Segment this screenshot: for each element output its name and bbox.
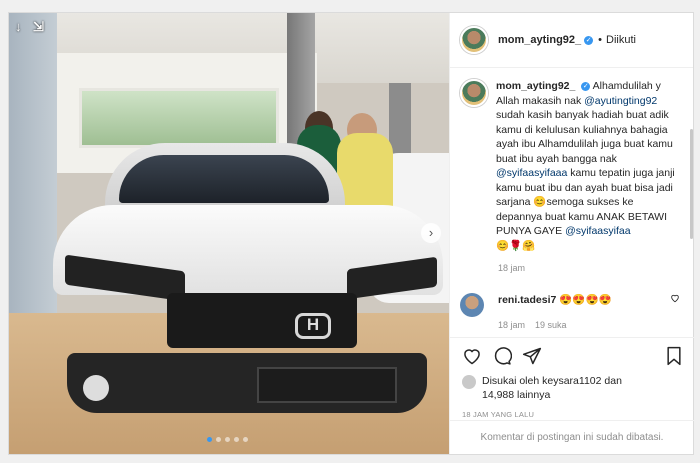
comment-item: reni.tadesi7 😍😍😍😍 18 jam 19 suka bbox=[460, 293, 682, 330]
carousel-dot bbox=[207, 437, 212, 442]
likes-conjunction: dan bbox=[604, 375, 622, 387]
commenter-username[interactable]: reni.tadesi7 bbox=[498, 294, 556, 306]
carousel-indicator bbox=[207, 437, 248, 442]
comments-area[interactable]: mom_ayting92_ ✓ Alhamdulilah y Allah mak… bbox=[450, 69, 694, 337]
likes-text: Disukai oleh keysara1102 dan 14,988 lain… bbox=[482, 374, 622, 402]
comment-likes[interactable]: 19 suka bbox=[535, 320, 567, 330]
verified-badge-icon: ✓ bbox=[584, 35, 594, 45]
liker-avatar[interactable] bbox=[462, 375, 476, 389]
liker-username[interactable]: keysara1102 bbox=[542, 375, 601, 387]
car-license-plate bbox=[257, 367, 397, 403]
post-side-panel: mom_ayting92_ ✓ • Diikuti mom_ayting92_ … bbox=[449, 13, 694, 454]
heart-icon[interactable] bbox=[462, 346, 482, 366]
car-logo: H bbox=[295, 313, 331, 339]
follow-separator: • bbox=[598, 34, 603, 46]
car-windshield bbox=[119, 155, 329, 203]
verified-badge-icon: ✓ bbox=[581, 82, 591, 91]
comment-time: 18 jam bbox=[498, 320, 526, 330]
caption-emoji-line: 😊🌹🤗 bbox=[496, 239, 536, 252]
share-icon[interactable] bbox=[522, 346, 542, 366]
scrollbar[interactable] bbox=[690, 129, 693, 239]
post-header: mom_ayting92_ ✓ • Diikuti bbox=[450, 13, 693, 68]
caption: mom_ayting92_ ✓ Alhamdulilah y Allah mak… bbox=[460, 79, 682, 253]
post-timestamp[interactable]: 18 JAM YANG LALU bbox=[462, 410, 684, 419]
caption-text-2: sudah kasih banyak hadiah buat adik kamu… bbox=[496, 109, 673, 165]
carousel-dot bbox=[234, 437, 239, 442]
carousel-dot bbox=[216, 437, 221, 442]
arrow-down-icon[interactable]: ↓ bbox=[15, 19, 29, 34]
shrink-arrows-icon[interactable]: ⇲ bbox=[33, 19, 47, 34]
action-icons bbox=[462, 344, 684, 368]
photo-window bbox=[79, 88, 279, 148]
commenter-avatar[interactable] bbox=[460, 293, 484, 317]
caption-avatar[interactable] bbox=[460, 79, 488, 107]
post-modal: H ↓ ⇲ › mom_ayting92_ ✓ • Diikuti mom_ay… bbox=[8, 12, 694, 455]
likes-prefix: Disukai oleh bbox=[482, 375, 540, 387]
following-button[interactable]: Diikuti bbox=[606, 34, 636, 46]
caption-time: 18 jam bbox=[498, 263, 526, 273]
author-username[interactable]: mom_ayting92_ bbox=[498, 34, 581, 46]
comment-text: 😍😍😍😍 bbox=[559, 294, 612, 306]
car-fog-light bbox=[83, 375, 109, 401]
caption-text: mom_ayting92_ ✓ Alhamdulilah y Allah mak… bbox=[496, 79, 682, 253]
post-photo[interactable]: H ↓ ⇲ › bbox=[9, 13, 449, 454]
comment-icon[interactable] bbox=[492, 346, 512, 366]
likes-count[interactable]: 14,988 lainnya bbox=[482, 389, 550, 401]
photo-car: H bbox=[47, 143, 447, 433]
author-avatar[interactable] bbox=[460, 26, 488, 54]
action-bar: Disukai oleh keysara1102 dan 14,988 lain… bbox=[450, 337, 694, 419]
comment-meta: 18 jam 19 suka bbox=[498, 320, 658, 330]
comment-body: reni.tadesi7 😍😍😍😍 18 jam 19 suka bbox=[498, 293, 658, 330]
carousel-dot bbox=[243, 437, 248, 442]
comment-like-icon[interactable] bbox=[670, 293, 680, 306]
caption-username[interactable]: mom_ayting92_ bbox=[496, 80, 575, 92]
caption-emoji: 😊 bbox=[533, 196, 547, 208]
carousel-next-button[interactable]: › bbox=[421, 223, 441, 243]
carousel-dot bbox=[225, 437, 230, 442]
mention-link[interactable]: @ayutingting92 bbox=[584, 95, 657, 107]
bookmark-icon[interactable] bbox=[664, 346, 684, 366]
mention-link[interactable]: @syifaasyifaaa bbox=[496, 167, 567, 179]
comments-restricted-notice: Komentar di postingan ini sudah dibatasi… bbox=[450, 420, 694, 454]
likes-summary: Disukai oleh keysara1102 dan 14,988 lain… bbox=[462, 374, 684, 402]
mention-link[interactable]: @syifaasyifaa bbox=[565, 225, 631, 237]
